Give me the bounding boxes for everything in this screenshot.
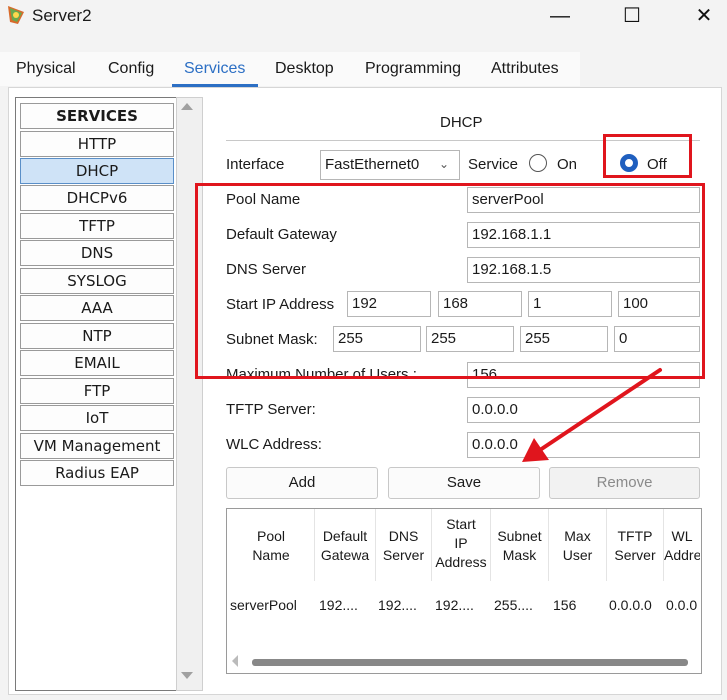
header-line: Pool [256,528,286,544]
table-header-start-ip[interactable]: Start IP Address [432,515,490,572]
chevron-down-icon: ⌄ [439,157,450,171]
service-item-ntp[interactable]: NTP [20,323,174,349]
wlc-address-label: WLC Address: [226,436,322,453]
fields-highlight-box [195,183,705,379]
service-item-radius-eap[interactable]: Radius EAP [20,460,174,486]
service-item-syslog[interactable]: SYSLOG [20,268,174,294]
header-line: Gatewa [320,547,370,563]
tftp-server-label: TFTP Server: [226,401,316,418]
header-line: WL [671,528,693,544]
header-line: User [562,547,593,563]
table-header-default-gateway[interactable]: Default Gatewa [315,527,375,565]
window-title: Server2 [32,6,92,25]
header-line: Server [382,547,425,563]
service-item-http[interactable]: HTTP [20,131,174,157]
header-line: Server [614,547,656,563]
tab-attributes[interactable]: Attributes [491,60,559,78]
service-label: Service [468,156,519,173]
maximize-button[interactable]: ☐ [612,3,652,29]
table-cell-dns-server[interactable]: 192.... [378,597,430,613]
save-button[interactable]: Save [388,467,540,499]
remove-button[interactable]: Remove [549,467,700,499]
table-cell-pool-name[interactable]: serverPool [230,597,314,613]
service-item-ftp[interactable]: FTP [20,378,174,404]
table-header-wlc-address[interactable]: WL Addre [664,527,700,565]
table-header-max-user[interactable]: Max User [549,527,606,565]
service-item-dns[interactable]: DNS [20,240,174,266]
header-line: Name [252,547,290,563]
service-on-label: On [557,156,578,173]
off-highlight-box [603,134,692,178]
wlc-address-input[interactable]: 0.0.0.0 [467,432,700,458]
tab-programming[interactable]: Programming [365,60,461,78]
service-item-dhcpv6[interactable]: DHCPv6 [20,185,174,211]
panel-title: DHCP [440,114,483,131]
header-line: Addre [664,547,700,563]
close-button[interactable]: ✕ [684,3,724,29]
minimize-button[interactable]: — [540,3,580,29]
table-cell-subnet-mask[interactable]: 255.... [494,597,547,613]
table-header-tftp-server[interactable]: TFTP Server [607,527,663,565]
service-item-tftp[interactable]: TFTP [20,213,174,239]
service-item-aaa[interactable]: AAA [20,295,174,321]
tab-config[interactable]: Config [108,60,154,78]
tab-physical[interactable]: Physical [16,60,76,78]
table-cell-wlc-address[interactable]: 0.0.0 [666,597,700,613]
tftp-server-input[interactable]: 0.0.0.0 [467,397,700,423]
table-header-pool-name[interactable]: Pool Name [228,527,314,565]
service-item-vm-management[interactable]: VM Management [20,433,174,459]
header-line: IP [454,535,468,551]
header-line: Start [446,516,476,532]
table-cell-start-ip[interactable]: 192.... [435,597,489,613]
table-cell-max-user[interactable]: 156 [553,597,603,613]
add-button[interactable]: Add [226,467,378,499]
service-item-email[interactable]: EMAIL [20,350,174,376]
table-horizontal-scrollbar[interactable] [252,659,688,666]
scroll-down-icon[interactable] [181,672,193,679]
interface-label: Interface [226,156,285,173]
tab-desktop[interactable]: Desktop [275,60,334,78]
service-on-radio[interactable] [529,154,547,172]
table-header-dns-server[interactable]: DNS Server [376,527,431,565]
table-header-subnet-mask[interactable]: Subnet Mask [491,527,548,565]
header-line: DNS [388,528,419,544]
scroll-left-icon[interactable] [232,655,238,667]
header-line: Address [435,554,487,570]
scroll-up-icon[interactable] [181,103,193,110]
header-line: Max [564,528,591,544]
service-item-dhcp[interactable]: DHCP [20,158,174,184]
service-item-iot[interactable]: IoT [20,405,174,431]
tab-services[interactable]: Services [184,60,245,78]
app-icon [8,6,24,24]
header-line: TFTP [617,528,653,544]
services-header: SERVICES [20,103,174,129]
header-line: Default [322,528,368,544]
header-line: Mask [502,547,537,563]
header-line: Subnet [497,528,542,544]
table-cell-default-gateway[interactable]: 192.... [319,597,373,613]
table-cell-tftp-server[interactable]: 0.0.0.0 [609,597,662,613]
